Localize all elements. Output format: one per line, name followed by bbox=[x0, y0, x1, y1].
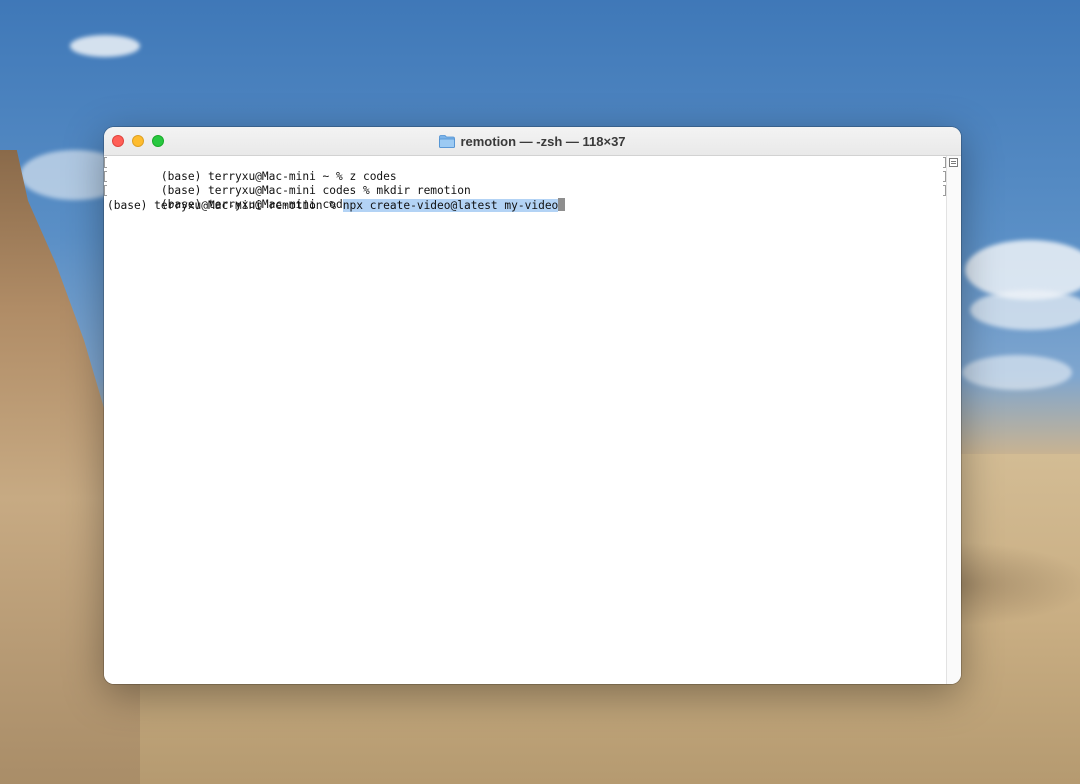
selected-command[interactable]: npx create-video@latest my-video bbox=[342, 199, 559, 212]
window-title: remotion — -zsh — 118×37 bbox=[104, 127, 961, 155]
marks-icon[interactable] bbox=[949, 158, 958, 167]
window-title-text: remotion — -zsh — 118×37 bbox=[460, 133, 626, 149]
terminal-window[interactable]: remotion — -zsh — 118×37 (base) terryxu@… bbox=[104, 127, 961, 684]
terminal-input-line[interactable]: (base) terryxu@Mac-mini remotion % npx c… bbox=[107, 198, 947, 212]
cloud bbox=[70, 35, 140, 57]
folder-icon bbox=[439, 134, 456, 148]
cloud bbox=[970, 290, 1080, 330]
line-mark bbox=[104, 185, 107, 196]
line-mark bbox=[104, 171, 107, 182]
line-mark bbox=[104, 157, 107, 168]
text-cursor bbox=[558, 198, 566, 211]
terminal-line: (base) terryxu@Mac-mini codes % mkdir re… bbox=[104, 170, 947, 197]
prompt: (base) terryxu@Mac-mini remotion % bbox=[107, 199, 343, 212]
terminal-content[interactable]: (base) terryxu@Mac-mini ~ % z codes (bas… bbox=[104, 156, 947, 684]
scrollbar[interactable] bbox=[946, 156, 961, 684]
terminal-line: (base) terryxu@Mac-mini ~ % z codes bbox=[104, 156, 947, 183]
title-bar[interactable]: remotion — -zsh — 118×37 bbox=[104, 127, 961, 156]
terminal-line: (base) terryxu@Mac-mini codes % cd remot… bbox=[104, 184, 947, 211]
cloud bbox=[962, 355, 1072, 390]
